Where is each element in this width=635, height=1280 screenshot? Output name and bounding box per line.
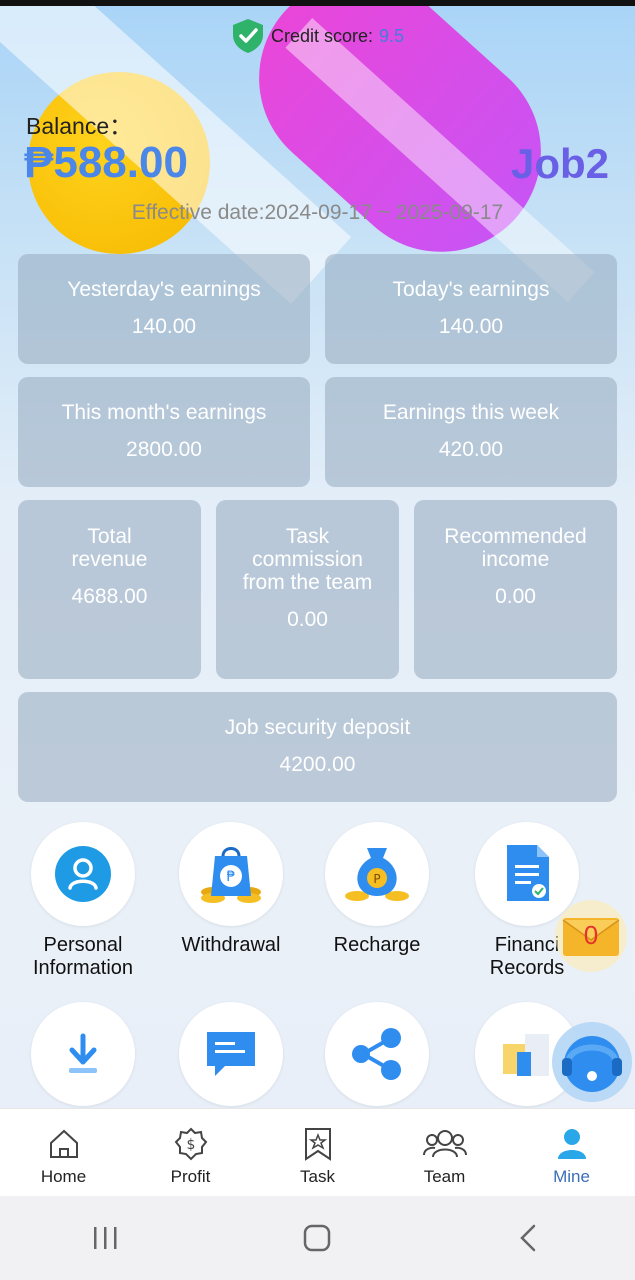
tab-home-label: Home xyxy=(40,1167,87,1186)
tab-team[interactable]: Team xyxy=(381,1109,508,1197)
stat-label: This month's earnings xyxy=(61,401,267,424)
message-icon-wrap[interactable] xyxy=(179,1002,283,1106)
tab-home[interactable]: Home xyxy=(0,1109,127,1197)
shield-check-icon xyxy=(232,19,263,53)
stat-card-recommended-income: Recommended income 0.00 xyxy=(414,500,617,679)
mail-count: 0 xyxy=(583,920,599,950)
bottom-tab-bar: Home $ Profit Task Team Mine xyxy=(0,1108,635,1197)
personal-information-icon-wrap[interactable] xyxy=(31,822,135,926)
tab-profit[interactable]: $ Profit xyxy=(127,1109,254,1197)
stat-value: 0.00 xyxy=(495,585,536,608)
balance-label: Balance： xyxy=(26,113,133,139)
stat-card-yesterday: Yesterday's earnings 140.00 xyxy=(18,254,310,364)
recharge-icon: P xyxy=(345,848,409,901)
message-button[interactable] xyxy=(156,1002,306,1106)
customer-service-button[interactable] xyxy=(550,1020,634,1104)
stat-label: Recommended income xyxy=(444,525,587,571)
balance-amount: ₱588.00 xyxy=(24,138,188,187)
tab-mine-label: Mine xyxy=(553,1167,590,1186)
stat-value: 2800.00 xyxy=(126,438,202,461)
receipt-icon xyxy=(503,1034,549,1076)
share-icon-wrap[interactable] xyxy=(325,1002,429,1106)
credit-score: Credit score: 9.5 xyxy=(0,18,635,54)
chat-icon xyxy=(207,1032,255,1076)
stat-card-team-commission: Task commission from the team 0.00 xyxy=(216,500,399,679)
team-icon xyxy=(422,1130,467,1158)
effective-date: Effective date:2024-09-17 ~ 2025-09-17 xyxy=(131,201,504,224)
stat-value: 4688.00 xyxy=(71,585,148,608)
status-bar xyxy=(0,0,635,6)
download-icon-wrap[interactable] xyxy=(31,1002,135,1106)
withdrawal-label: Withdrawal xyxy=(181,934,281,956)
recharge-icon-wrap[interactable]: P xyxy=(325,822,429,926)
credit-score-value: 9.5 xyxy=(379,25,405,46)
personal-information-label: Personal Information xyxy=(32,934,134,979)
home-icon xyxy=(49,1129,78,1158)
tab-task-label: Task xyxy=(300,1167,335,1186)
tab-mine[interactable]: Mine xyxy=(508,1109,635,1197)
stat-card-week: Earnings this week 420.00 xyxy=(325,377,617,487)
share-button[interactable] xyxy=(302,1002,452,1106)
mine-icon xyxy=(557,1129,586,1159)
stat-card-today: Today's earnings 140.00 xyxy=(325,254,617,364)
stat-label: Yesterday's earnings xyxy=(67,278,261,301)
task-icon xyxy=(304,1128,331,1161)
download-button[interactable] xyxy=(8,1002,158,1106)
personal-information-button[interactable]: Personal Information xyxy=(8,822,158,980)
headset-icon xyxy=(552,1022,632,1102)
system-navigation-bar xyxy=(0,1196,635,1280)
withdrawal-icon-wrap[interactable]: ₱ xyxy=(179,822,283,926)
mail-float-button[interactable]: 0 xyxy=(553,898,629,974)
home-nav-icon[interactable] xyxy=(302,1223,332,1253)
credit-score-label: Credit score: xyxy=(270,25,373,46)
stat-value: 140.00 xyxy=(438,315,504,338)
stat-card-month: This month's earnings 2800.00 xyxy=(18,377,310,487)
tab-task[interactable]: Task xyxy=(254,1109,381,1197)
stat-card-total-revenue: Total revenue 4688.00 xyxy=(18,500,201,679)
withdrawal-icon: ₱ xyxy=(201,847,261,903)
share-icon xyxy=(352,1028,401,1080)
document-icon xyxy=(507,845,549,901)
stat-label: Earnings this week xyxy=(382,401,560,424)
stat-value: 0.00 xyxy=(287,608,328,631)
back-icon[interactable] xyxy=(514,1223,544,1253)
tab-team-label: Team xyxy=(423,1167,466,1186)
withdrawal-button[interactable]: ₱ Withdrawal xyxy=(156,822,306,957)
tab-profit-label: Profit xyxy=(170,1167,211,1186)
svg-text:P: P xyxy=(373,872,380,886)
download-icon xyxy=(69,1033,97,1073)
recharge-button[interactable]: P Recharge xyxy=(302,822,452,957)
stat-value: 420.00 xyxy=(438,438,504,461)
stat-value: 140.00 xyxy=(131,315,197,338)
job-level: Job2 xyxy=(510,140,609,187)
stat-label: Today's earnings xyxy=(392,278,550,301)
stat-value: 4200.00 xyxy=(279,753,356,776)
stat-card-security-deposit: Job security deposit 4200.00 xyxy=(18,692,617,802)
svg-text:$: $ xyxy=(186,1137,195,1153)
stat-label: Job security deposit xyxy=(224,716,411,739)
stat-label: Total revenue xyxy=(71,525,148,571)
recharge-label: Recharge xyxy=(333,934,421,956)
svg-text:₱: ₱ xyxy=(227,869,236,885)
user-icon xyxy=(55,846,111,902)
recent-apps-icon[interactable] xyxy=(91,1223,121,1253)
profit-icon: $ xyxy=(174,1127,207,1161)
stat-label: Task commission from the team xyxy=(242,525,373,594)
